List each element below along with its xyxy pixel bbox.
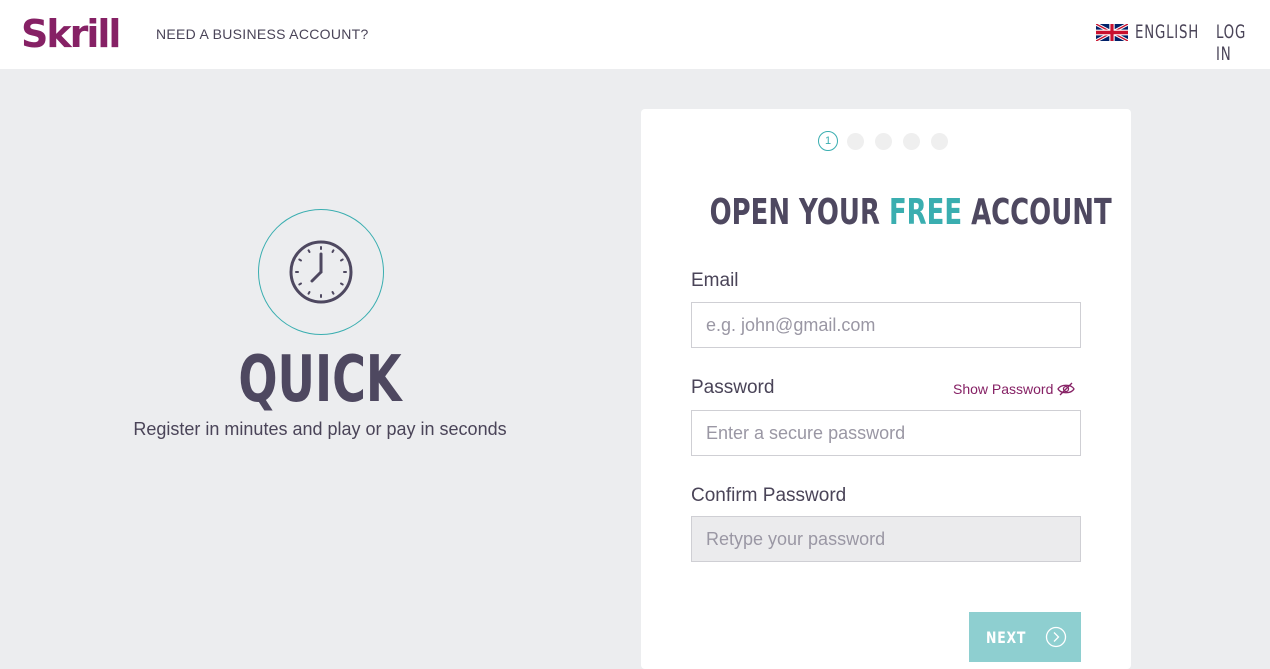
- show-password-label: Show Password: [953, 381, 1054, 397]
- step-indicator: 1: [818, 131, 959, 151]
- confirm-password-label: Confirm Password: [691, 485, 847, 506]
- email-label: Email: [691, 270, 739, 291]
- form-title-highlight: FREE: [888, 192, 963, 233]
- step-2: [847, 132, 864, 150]
- clock-icon: [289, 240, 353, 304]
- form-title: OPEN YOUR FREE ACCOUNT: [709, 191, 1112, 235]
- top-header: Skrill NEED A BUSINESS ACCOUNT? ENGLISH …: [0, 0, 1270, 69]
- next-button-label: NEXT: [986, 627, 1027, 647]
- form-title-part2: ACCOUNT: [962, 192, 1112, 233]
- password-field[interactable]: [691, 410, 1081, 456]
- login-link[interactable]: LOG IN: [1216, 21, 1270, 65]
- show-password-toggle[interactable]: Show Password: [953, 381, 1076, 397]
- eye-slash-icon: [1057, 382, 1076, 396]
- skrill-logo[interactable]: Skrill: [21, 14, 121, 54]
- promo-title: QUICK: [238, 343, 402, 417]
- language-selector[interactable]: ENGLISH: [1096, 21, 1217, 43]
- arrow-right-circle-icon: [1045, 626, 1067, 648]
- password-label: Password: [691, 377, 775, 398]
- confirm-password-field[interactable]: [691, 516, 1081, 562]
- step-5: [931, 132, 948, 150]
- email-field[interactable]: [691, 302, 1081, 348]
- step-4: [903, 132, 920, 150]
- promo-subtitle: Register in minutes and play or pay in s…: [133, 419, 507, 439]
- next-button[interactable]: NEXT: [969, 612, 1081, 662]
- form-title-part1: OPEN YOUR: [709, 192, 889, 233]
- step-1: 1: [818, 131, 838, 151]
- promo-icon-circle: [258, 209, 384, 335]
- step-3: [875, 132, 892, 150]
- uk-flag-icon: [1096, 23, 1128, 41]
- business-account-link[interactable]: NEED A BUSINESS ACCOUNT?: [156, 26, 369, 42]
- language-label: ENGLISH: [1135, 21, 1200, 43]
- registration-card: 1 OPEN YOUR FREE ACCOUNT Email Password …: [641, 109, 1131, 669]
- login-label: LOG IN: [1216, 21, 1247, 65]
